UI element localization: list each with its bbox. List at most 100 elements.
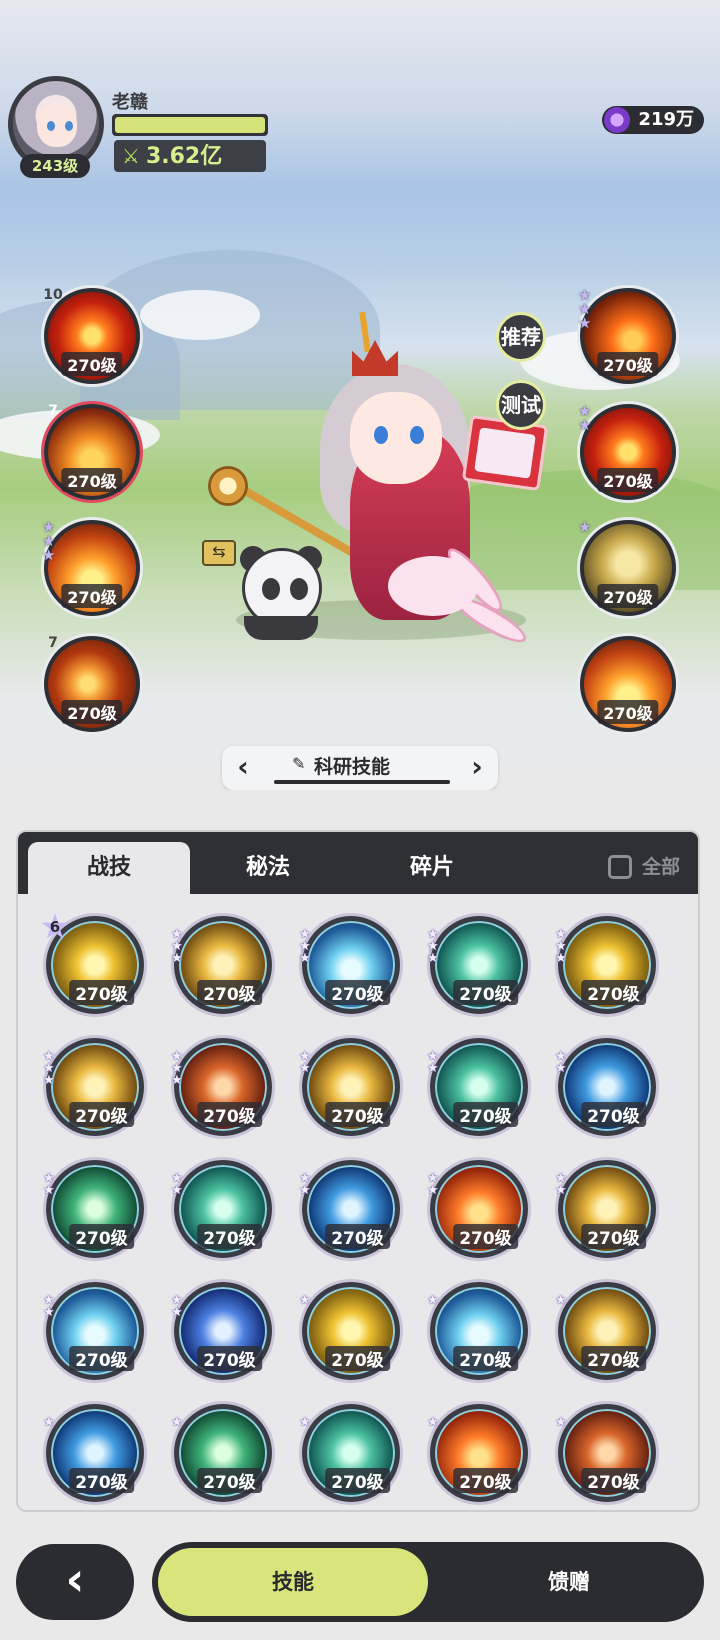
avatar-eye [65, 121, 73, 131]
equipped-skill-left-2[interactable]: 7 270级 [44, 403, 140, 500]
skill-icon[interactable]: ★ 270级 [299, 1282, 400, 1380]
skill-icon[interactable]: ★ ★ 270级 [171, 1282, 272, 1380]
skill-icon[interactable]: ★ ★ 270级 [299, 1038, 400, 1136]
switcher-title: 科研技能 [314, 756, 391, 778]
skill-icon[interactable]: ★ ★ 270级 [427, 1038, 528, 1136]
prev-arrow-button[interactable]: ‹ [228, 750, 258, 786]
skill-level: 270级 [325, 1102, 390, 1127]
back-button[interactable]: ‹ [16, 1544, 134, 1620]
skill-icon[interactable]: ★ 270级 [171, 1404, 272, 1502]
skill-icon[interactable]: ★ 270级 [427, 1282, 528, 1380]
equipped-skill-right-3[interactable]: ★ 270级 [578, 518, 676, 616]
skill-level: 270级 [597, 468, 659, 492]
equipped-skill-left-4[interactable]: 7 270级 [44, 635, 140, 732]
currency-display[interactable]: 219万 [602, 106, 704, 134]
equipped-skill-left-1[interactable]: 10 270级 [43, 287, 140, 384]
star-rank-icon: ★ ★ [427, 1171, 439, 1198]
star-rank-icon: ★ [427, 1415, 439, 1430]
skill-level: 270级 [597, 352, 659, 376]
skill-icon[interactable]: ★ ★ 270级 [555, 1038, 656, 1136]
star-rank-icon: ★ ★ [43, 1171, 55, 1198]
show-all-toggle[interactable]: 全部 [607, 852, 680, 882]
star-rank-icon: ★ ★ [299, 1171, 311, 1198]
skill-icon[interactable]: ★ ★ ★ 270级 [427, 916, 528, 1014]
tab-combat-skills[interactable]: 战技 [28, 842, 190, 894]
skill-icon[interactable]: ★ ★ ★ 270级 [171, 916, 272, 1014]
skill-icon[interactable]: ★ 270级 [555, 1404, 656, 1502]
equipped-skill-left-3[interactable]: ★ ★ ★ 270级 [42, 518, 140, 616]
combat-power: ⚔ 3.62亿 [114, 140, 266, 172]
skill-level: 270级 [69, 980, 134, 1005]
star-rank-icon: ★ [555, 1415, 567, 1430]
skill-level: 270级 [325, 1224, 390, 1249]
character-eye [410, 426, 424, 444]
skill-icon[interactable]: ★ 270级 [43, 1404, 144, 1502]
player-level-badge: 243级 [20, 154, 90, 178]
star-rank-icon: ★ [578, 518, 592, 536]
skill-icon[interactable]: ★ ★ 270级 [43, 1282, 144, 1380]
star-rank-icon: ★ [299, 1293, 311, 1308]
panda-eye [290, 578, 308, 600]
star-rank-icon: ★ ★ [555, 1049, 567, 1076]
skill-level: 270级 [61, 352, 123, 376]
star-rank-icon: ★ ★ ★ [42, 518, 56, 564]
skill-icon[interactable]: 6 270级 [41, 913, 144, 1014]
star-rank-badge: 6 [41, 913, 69, 939]
skill-level: 270级 [597, 700, 659, 724]
next-arrow-button[interactable]: › [462, 750, 492, 786]
swap-pet-button[interactable]: ⇆ [202, 540, 236, 566]
event-pin[interactable] [461, 414, 549, 492]
skill-level: 270级 [453, 1102, 518, 1127]
skill-level: 270级 [197, 1346, 262, 1371]
battle-scene: 243级 老赣 ⚔ 3.62亿 219万 10 270级 7 270级 ★ ★ ★ 2… [0, 0, 720, 790]
skill-level: 270级 [325, 1346, 390, 1371]
skill-icon[interactable]: ★ ★ ★ 270级 [299, 916, 400, 1014]
skill-level: 270级 [453, 1224, 518, 1249]
star-rank-icon: ★ ★ ★ [43, 1049, 55, 1088]
panda-eye [262, 578, 280, 600]
skill-level: 270级 [581, 1102, 646, 1127]
crossed-swords-icon: ⚔ [122, 144, 140, 168]
skill-icon[interactable]: ★ ★ 270级 [171, 1160, 272, 1258]
equipped-skill-right-4[interactable]: 270级 [580, 636, 676, 732]
tab-fragments[interactable]: 碎片 [362, 842, 502, 894]
skill-level: 270级 [453, 1468, 518, 1493]
star-rank-icon: ★ ★ ★ [578, 286, 592, 332]
tab-secret-arts[interactable]: 秘法 [198, 842, 338, 894]
pen-icon: ✎ [292, 754, 306, 773]
skill-level: 270级 [61, 700, 123, 724]
bunny-companion [388, 556, 478, 616]
nav-skills-button[interactable]: 技能 [158, 1548, 428, 1616]
skill-icon[interactable]: ★ ★ 270级 [299, 1160, 400, 1258]
exp-bar-fill [115, 117, 265, 133]
skill-level: 270级 [453, 980, 518, 1005]
skill-category-switcher: ‹ ✎ 科研技能 › [222, 746, 498, 790]
equipped-skill-right-1[interactable]: ★ ★ ★ 270级 [578, 286, 676, 384]
star-rank-icon: ★ ★ [299, 1049, 311, 1076]
star-rank-icon: ★ ★ [43, 1293, 55, 1320]
skill-level: 270级 [69, 1346, 134, 1371]
skill-icon[interactable]: ★ ★ ★ 270级 [555, 916, 656, 1014]
skill-level: 270级 [197, 980, 262, 1005]
star-rank-icon: ★ ★ [171, 1171, 183, 1198]
equipped-skill-right-2[interactable]: ★ ★ 270级 [578, 404, 676, 500]
recommend-button[interactable]: 推荐 [496, 312, 546, 362]
tab-bar: 战技 秘法 碎片 全部 [18, 832, 698, 894]
skill-icon[interactable]: ★ ★ ★ 270级 [171, 1038, 272, 1136]
test-button[interactable]: 测试 [496, 380, 546, 430]
avatar-eye [47, 121, 55, 131]
nav-gifts-button[interactable]: 馈赠 [442, 1548, 696, 1616]
skill-icon[interactable]: ★ 270级 [555, 1282, 656, 1380]
skill-level: 270级 [69, 1224, 134, 1249]
skill-icon[interactable]: ★ ★ ★ 270级 [43, 1038, 144, 1136]
skill-icon[interactable]: ★ 270级 [299, 1404, 400, 1502]
skill-level: 270级 [597, 584, 659, 608]
skill-icon[interactable]: ★ ★ 270级 [43, 1160, 144, 1258]
star-rank-badge: 7 [48, 403, 58, 419]
star-rank-badge: 7 [48, 635, 58, 651]
skill-icon[interactable]: ★ 270级 [427, 1404, 528, 1502]
skill-icon[interactable]: ★ ★ 270级 [555, 1160, 656, 1258]
switcher-track [274, 780, 450, 784]
skill-icon[interactable]: ★ ★ 270级 [427, 1160, 528, 1258]
star-rank-icon: ★ ★ [555, 1171, 567, 1198]
